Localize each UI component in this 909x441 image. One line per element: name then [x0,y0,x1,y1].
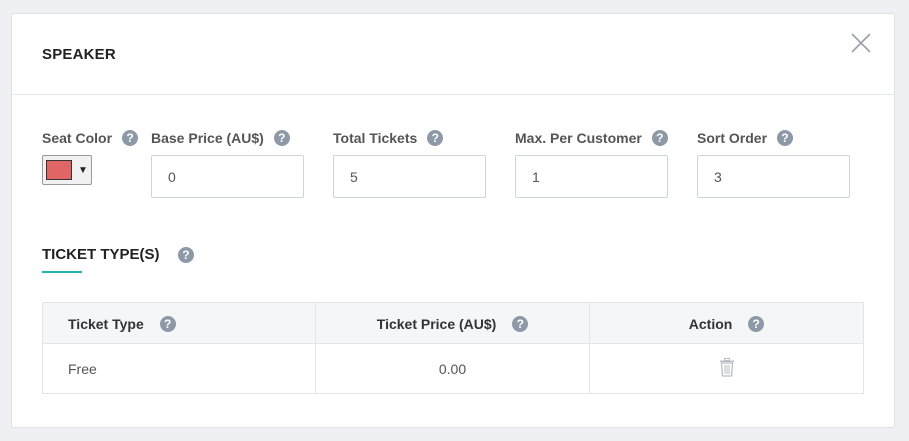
table-header-row: Ticket Type ? Ticket Price (AU$) ? Actio… [42,302,864,344]
seat-color-field: Seat Color ? ▼ [42,128,139,185]
seat-color-picker[interactable]: ▼ [42,155,92,185]
close-icon[interactable] [850,32,872,54]
base-price-label: Base Price (AU$) [151,130,264,146]
sort-order-field: Sort Order ? [697,128,850,198]
modal-title: SPEAKER [42,46,116,63]
sort-order-input[interactable] [697,155,850,198]
modal-header: SPEAKER [12,14,894,95]
help-icon[interactable]: ? [159,315,176,332]
ticket-price-cell: 0.00 [315,343,590,394]
seat-color-label: Seat Color [42,130,113,146]
column-header-action: Action ? [589,302,864,344]
total-tickets-field: Total Tickets ? [333,128,486,198]
trash-icon[interactable] [719,357,735,380]
sort-order-label: Sort Order [697,130,768,146]
base-price-field: Base Price (AU$) ? [151,128,304,198]
seat-color-swatch [46,160,72,180]
ticket-type-cell: Free [42,343,316,394]
column-header-ticket-price: Ticket Price (AU$) ? [315,302,590,344]
help-icon[interactable]: ? [512,315,529,332]
help-icon[interactable]: ? [273,130,290,146]
ticket-types-heading: TICKET TYPE(S) ? [42,246,194,273]
section-underline [42,271,82,273]
table-row: Free 0.00 [42,343,864,394]
help-icon[interactable]: ? [122,130,139,146]
ticket-types-table: Ticket Type ? Ticket Price (AU$) ? Actio… [42,302,864,394]
ticket-types-title: TICKET TYPE(S) [42,246,160,264]
help-icon[interactable]: ? [651,130,668,146]
help-icon[interactable]: ? [748,315,765,332]
total-tickets-input[interactable] [333,155,486,198]
max-per-customer-label: Max. Per Customer [515,130,642,146]
column-header-ticket-type: Ticket Type ? [42,302,316,344]
help-icon[interactable]: ? [177,246,194,263]
total-tickets-label: Total Tickets [333,130,418,146]
chevron-down-icon: ▼ [78,164,88,176]
help-icon[interactable]: ? [427,130,444,146]
max-per-customer-input[interactable] [515,155,668,198]
max-per-customer-field: Max. Per Customer ? [515,128,668,198]
base-price-input[interactable] [151,155,304,198]
action-cell [589,343,864,394]
speaker-modal: SPEAKER Seat Color ? ▼ Base Price (AU$) … [11,13,895,428]
help-icon[interactable]: ? [777,130,794,146]
